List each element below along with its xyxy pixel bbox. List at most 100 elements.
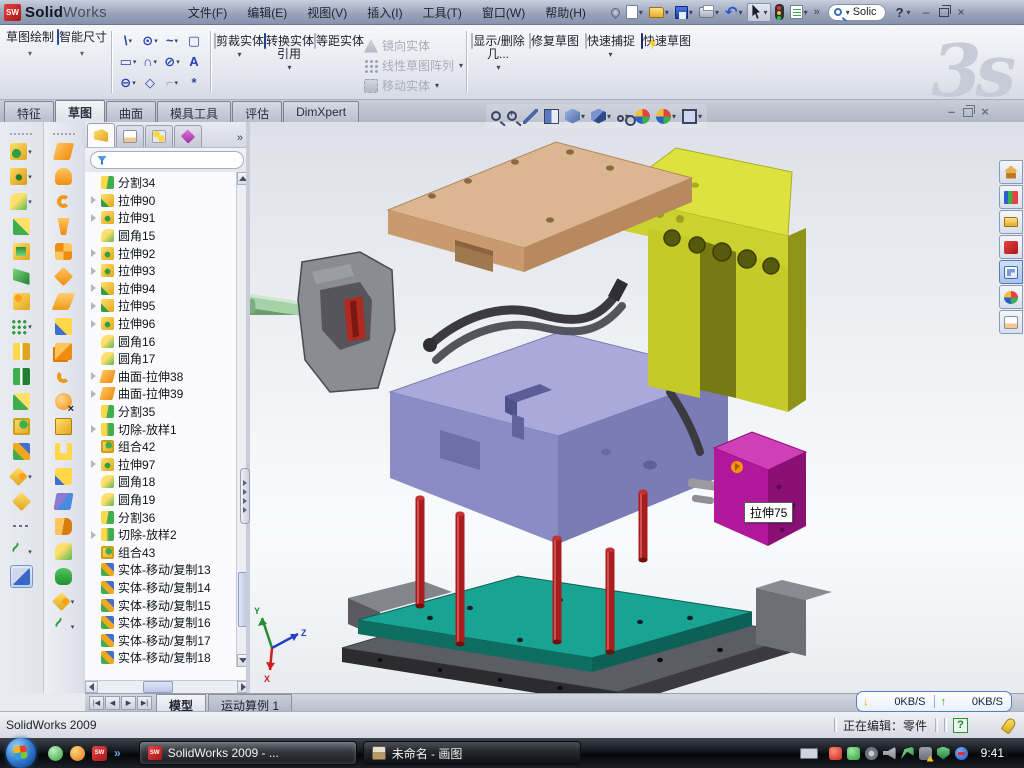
feature-tool-button[interactable]: ▾	[13, 490, 30, 513]
pin-icon[interactable]	[609, 7, 622, 18]
feature-tree-item[interactable]: 拉伸97	[91, 456, 249, 474]
feature-tree-item[interactable]: 圆角16	[91, 332, 249, 350]
feature-tree-item[interactable]: 圆角18	[91, 473, 249, 491]
sketch-entity-button[interactable]: ▭▾	[117, 51, 139, 72]
minimize-button[interactable]: –	[919, 5, 934, 19]
sync-tray-icon[interactable]	[955, 747, 968, 760]
ribbon-tab[interactable]: 评估	[232, 101, 282, 122]
antivirus-tray-icon[interactable]	[847, 747, 860, 760]
feature-tree-item[interactable]: 圆角19	[91, 491, 249, 509]
options-button[interactable]: ▾	[788, 4, 810, 20]
surface-tool-button[interactable]: ▾	[53, 615, 75, 638]
search-input[interactable]: Solic	[853, 6, 877, 18]
feature-tree-item[interactable]: 拉伸91	[91, 209, 249, 227]
doc-close-button[interactable]: ×	[981, 106, 989, 118]
sketch-entity-button[interactable]: *▾	[183, 72, 205, 93]
feature-tree-item[interactable]: 实体-移动/复制13	[91, 561, 249, 579]
security-alert-tray-icon[interactable]	[829, 747, 842, 760]
feature-tool-button[interactable]: ▾	[10, 465, 32, 488]
taskbar-task-button[interactable]: 未命名 - 画图	[363, 741, 581, 765]
expand-arrow-icon[interactable]	[91, 457, 101, 471]
feature-tool-button[interactable]: ▾	[13, 515, 30, 538]
view-tool-button[interactable]: ▾	[489, 109, 503, 123]
feature-manager-tab[interactable]	[145, 125, 173, 147]
scroll-left-icon[interactable]	[85, 681, 98, 693]
expand-arrow-icon[interactable]	[91, 317, 101, 331]
command-button[interactable]: 快速草图 ▾	[638, 29, 694, 74]
feature-tool-button[interactable]: ▾	[13, 390, 30, 413]
view-tool-button[interactable]: ▾	[680, 107, 704, 126]
feature-tree-item[interactable]: 圆角17	[91, 350, 249, 368]
expand-arrow-icon[interactable]	[91, 193, 101, 207]
surface-tool-button[interactable]: ▾	[55, 465, 72, 488]
surface-tool-button[interactable]: ▾	[55, 490, 72, 513]
sketch-entity-button[interactable]: ~▾	[161, 30, 183, 51]
feature-manager-tab[interactable]	[87, 123, 115, 147]
sketch-entity-button[interactable]: ⊖▾	[117, 72, 139, 93]
view-tool-button[interactable]: ▾	[589, 107, 613, 126]
search-box[interactable]: ▾ Solic	[828, 4, 886, 21]
sketch-entity-button[interactable]: ▢▾	[183, 30, 205, 51]
start-button[interactable]	[6, 738, 36, 768]
ribbon-tab[interactable]: 草图	[55, 100, 105, 122]
feature-tree-item[interactable]: 组合43	[91, 543, 249, 561]
feature-tool-button[interactable]: ▾	[13, 290, 30, 313]
sketch-entity-button[interactable]: ⌐▾	[161, 72, 183, 93]
tree-horizontal-scrollbar[interactable]	[85, 680, 250, 693]
expand-arrow-icon[interactable]	[91, 281, 101, 295]
view-tool-button[interactable]: ▾	[542, 107, 561, 126]
network-warning-tray-icon[interactable]	[919, 747, 932, 760]
graphics-viewport[interactable]: Y Z X	[250, 122, 1024, 693]
expand-arrow-icon[interactable]	[91, 246, 101, 260]
feature-tool-button[interactable]: ▾	[10, 565, 33, 588]
feature-tree-item[interactable]: 拉伸94	[91, 280, 249, 298]
menu-item[interactable]: 文件(F)	[179, 1, 236, 24]
feature-tool-button[interactable]: ▾	[13, 215, 30, 238]
quick-launch-icon[interactable]	[70, 746, 85, 761]
menu-item[interactable]: 视图(V)	[298, 1, 356, 24]
quick-launch-overflow-icon[interactable]: »	[114, 746, 121, 760]
feature-tree-item[interactable]: 组合42	[91, 438, 249, 456]
surface-tool-button[interactable]: ▾	[57, 190, 70, 213]
scrollbar-thumb[interactable]	[143, 681, 173, 693]
taskbar-clock[interactable]: 9:41	[981, 746, 1004, 760]
command-button[interactable]: 修复草图 ▾	[526, 29, 582, 74]
surface-tool-button[interactable]: ▾	[55, 265, 72, 288]
feature-tree-item[interactable]: 圆角15	[91, 227, 249, 245]
command-button[interactable]: 等距实体 ▾	[314, 29, 364, 74]
help-button[interactable]: ?▾	[892, 4, 913, 21]
menu-item[interactable]: 工具(T)	[414, 1, 471, 24]
tab-nav-button[interactable]: ◀	[105, 696, 120, 710]
feature-tool-button[interactable]: ▾	[13, 440, 30, 463]
feature-tool-button[interactable]: ▾	[13, 365, 30, 388]
shield-tray-icon[interactable]	[937, 747, 950, 760]
quick-tips-icon[interactable]: ?	[953, 718, 968, 733]
task-pane-tab[interactable]	[999, 185, 1023, 209]
surface-tool-button[interactable]: ▾	[55, 565, 72, 588]
toolbar-overflow-icon[interactable]: »	[812, 5, 822, 19]
expand-arrow-icon[interactable]	[91, 264, 101, 278]
task-pane-tab[interactable]	[999, 160, 1023, 184]
view-tool-button[interactable]: ▾	[521, 107, 540, 126]
view-tool-button[interactable]: ▾	[615, 109, 631, 124]
task-pane-tab[interactable]	[999, 210, 1023, 234]
surface-tool-button[interactable]: ▾	[55, 540, 72, 563]
feature-tool-button[interactable]: ▾	[13, 240, 30, 263]
open-button[interactable]: ▾	[647, 6, 671, 19]
feature-tool-button[interactable]: ▾	[13, 415, 30, 438]
sketch-entity-button[interactable]: ◇▾	[139, 72, 161, 93]
expand-arrow-icon[interactable]	[91, 211, 101, 225]
model-gray-clamp[interactable]	[298, 252, 395, 392]
tab-nav-button[interactable]: ▶	[121, 696, 136, 710]
surface-tool-button[interactable]: ▾	[55, 215, 72, 238]
solidworks-quick-launch-icon[interactable]: SW	[92, 746, 107, 761]
surface-tool-button[interactable]: ▾	[57, 365, 70, 388]
sketch-entity-button[interactable]: ⊙▾	[139, 30, 161, 51]
feature-tree-item[interactable]: 拉伸92	[91, 244, 249, 262]
close-button[interactable]: ×	[954, 5, 969, 19]
surface-tool-button[interactable]: ▾	[55, 290, 72, 313]
command-button[interactable]: 显示/删除几... ▾	[470, 29, 526, 74]
feature-tree-item[interactable]: 分割35	[91, 403, 249, 421]
print-button[interactable]: ▾	[697, 6, 721, 19]
surface-tool-button[interactable]: ▾	[55, 340, 72, 363]
